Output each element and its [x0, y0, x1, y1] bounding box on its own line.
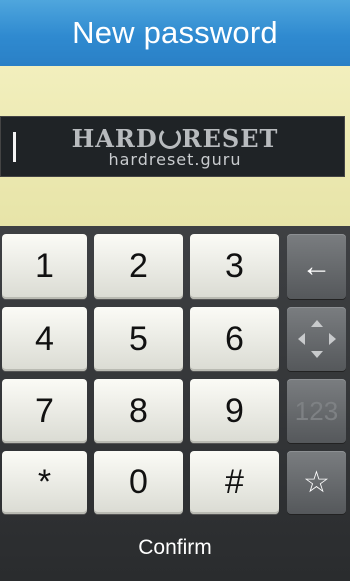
backspace-icon: ←	[301, 249, 332, 283]
key-0[interactable]: 0	[94, 451, 183, 514]
key-5[interactable]: 5	[94, 307, 183, 371]
symbol-button[interactable]: ☆	[287, 451, 346, 514]
key-3[interactable]: 3	[190, 234, 279, 299]
key-8[interactable]: 8	[94, 379, 183, 443]
key-hash[interactable]: #	[190, 451, 279, 514]
power-icon	[158, 127, 181, 149]
confirm-button[interactable]: Confirm	[0, 525, 350, 571]
input-mode-button[interactable]: 123	[287, 379, 346, 443]
page-title: New password	[0, 0, 350, 66]
backspace-button[interactable]: ←	[287, 234, 346, 299]
key-9[interactable]: 9	[190, 379, 279, 443]
watermark-brand-left: HARD	[71, 124, 158, 153]
key-7[interactable]: 7	[2, 379, 87, 443]
key-star[interactable]: *	[2, 451, 87, 514]
key-4[interactable]: 4	[2, 307, 87, 371]
watermark-brand-right: RESET	[181, 124, 279, 153]
star-icon: ☆	[303, 466, 330, 499]
key-1[interactable]: 1	[2, 234, 87, 299]
navigation-button[interactable]	[287, 307, 346, 371]
key-6[interactable]: 6	[190, 307, 279, 371]
watermark-logo: HARD RESET	[0, 124, 350, 153]
key-2[interactable]: 2	[94, 234, 183, 299]
watermark-url: hardreset.guru	[108, 150, 242, 169]
dpad-icon	[297, 320, 336, 358]
